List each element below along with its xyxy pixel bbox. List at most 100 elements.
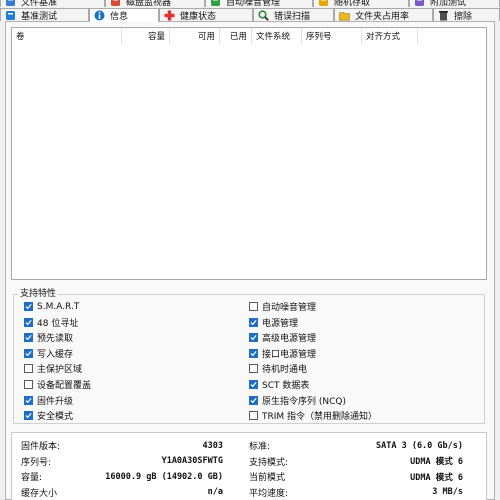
info-icon: [94, 10, 105, 21]
partition-list-header: 卷容量 可用 已用 文件系统 序列号 对齐方式: [12, 28, 486, 44]
tab-info[interactable]: 信息: [89, 8, 159, 22]
column-header[interactable]: 卷: [12, 28, 122, 44]
info-value: UDMA 模式 6: [410, 457, 463, 467]
tab-label: 附加测试: [430, 0, 467, 7]
column-header[interactable]: 可用: [170, 28, 220, 44]
feature-item: 自动噪音管理: [249, 300, 316, 313]
tab-label: 自动噪音管理: [226, 0, 281, 7]
feature-item: 设备配置覆盖: [24, 378, 91, 391]
feature-item: 原生指令序列 (NCQ): [249, 394, 346, 407]
feature-label: 主保护区域: [37, 365, 83, 376]
tab-row-top: 文件基准 磁盘监视器 自动噪音管理 随机存取 附加测试: [0, 0, 500, 7]
tab-error-scan[interactable]: 错误扫描: [253, 8, 334, 21]
extra-tests-icon: [414, 0, 425, 7]
tab-random-access[interactable]: 随机存取: [313, 0, 409, 7]
tab-label: 文件基准: [21, 0, 58, 7]
tab-extra-tests[interactable]: 附加测试: [409, 0, 500, 7]
erase-icon: [438, 10, 449, 21]
info-value: SATA 3 (6.0 Gb/s): [376, 440, 463, 451]
feature-item: 待机时通电: [249, 362, 307, 375]
tab-label: 文件夹占用率: [355, 11, 410, 22]
info-label: 支持模式:: [249, 457, 289, 468]
checked-checkbox: [24, 348, 33, 358]
error-scan-icon: [258, 9, 269, 21]
feature-item: 预先读取: [24, 331, 73, 344]
column-header[interactable]: 已用: [220, 28, 252, 44]
checked-checkbox: [24, 317, 33, 327]
tab-disk-monitor[interactable]: 磁盘监视器: [105, 0, 205, 7]
feature-label: 预先读取: [37, 334, 74, 345]
feature-item: 安全模式: [24, 409, 73, 422]
features-title: 支持特性: [18, 286, 59, 299]
feature-item: 写入缓存: [24, 347, 73, 360]
tab-aam[interactable]: 自动噪音管理: [205, 0, 313, 7]
info-label: 平均速度:: [249, 488, 289, 499]
unchecked-checkbox: [24, 364, 33, 374]
info-value: Y1A0A30SFWTG: [161, 456, 223, 466]
tab-folder-usage[interactable]: 文件夹占用率: [334, 8, 433, 21]
tab-label: 信息: [110, 12, 129, 22]
info-label: 序列号:: [21, 457, 52, 468]
tab-row-bottom: 基准测试 信息 健康状态 错误扫描 文件夹占用率 擦除: [0, 8, 500, 22]
checked-checkbox: [249, 333, 258, 343]
unchecked-checkbox: [24, 380, 33, 389]
unchecked-checkbox: [249, 364, 258, 374]
info-label: 标准:: [249, 442, 271, 452]
info-label: 固件版本:: [21, 442, 61, 452]
feature-item: 主保护区域: [24, 362, 82, 375]
column-header[interactable]: 容量: [122, 28, 170, 44]
tab-label: 擦除: [454, 11, 473, 22]
checked-checkbox: [24, 333, 33, 343]
feature-label: 接口电源管理: [262, 349, 317, 360]
feature-label: TRIM 指令（禁用删除通知）: [262, 412, 378, 423]
tab-label: 健康状态: [180, 11, 217, 22]
feature-label: 设备配置覆盖: [37, 381, 92, 391]
info-value: UDMA 模式 6: [410, 472, 463, 483]
tab-label: 错误扫描: [274, 11, 311, 22]
feature-label: SCT 数据表: [262, 381, 310, 391]
tab-health[interactable]: 健康状态: [159, 8, 253, 21]
random-access-icon: [318, 0, 329, 7]
feature-item: SCT 数据表: [249, 378, 309, 391]
checked-checkbox: [24, 411, 33, 421]
info-value: n/a: [207, 487, 223, 497]
feature-label: 安全模式: [37, 412, 74, 423]
unchecked-checkbox: [249, 411, 258, 421]
benchmark-icon: [5, 10, 16, 21]
column-header[interactable]: 对齐方式: [362, 28, 418, 44]
feature-item: S.M.A.R.T: [24, 300, 79, 313]
tab-label: 基准测试: [21, 11, 58, 22]
folder-usage-icon: [339, 10, 350, 21]
supported-features: 支持特性 S.M.A.R.T 48 位寻址 预先读取写入缓存主保护区域设备配置覆盖固…: [11, 284, 487, 426]
info-value: 16000.9 gB (14902.0 GB): [105, 471, 223, 482]
feature-item: TRIM 指令（禁用删除通知）: [249, 409, 377, 422]
feature-label: 48 位寻址: [37, 318, 79, 329]
info-value: 3 MB/s: [432, 487, 463, 497]
info-label: 缓存大小: [21, 488, 58, 499]
column-header[interactable]: 序列号: [302, 28, 362, 44]
feature-label: S.M.A.R.T: [37, 301, 80, 312]
checked-checkbox: [249, 317, 258, 327]
feature-label: 电源管理: [262, 318, 299, 329]
tab-label: 随机存取: [334, 0, 371, 7]
feature-item: 高级电源管理: [249, 331, 316, 344]
feature-label: 写入缓存: [37, 349, 74, 360]
feature-item: 48 位寻址: [24, 316, 78, 329]
column-header[interactable]: 文件系统: [252, 28, 302, 44]
feature-label: 待机时通电: [262, 365, 308, 376]
info-label: 容量:: [21, 473, 43, 483]
feature-label: 高级电源管理: [262, 334, 317, 345]
feature-item: 固件升级: [24, 394, 73, 407]
feature-item: 电源管理: [249, 316, 298, 329]
info-label: 当前模式: [249, 473, 286, 483]
tab-erase[interactable]: 擦除: [433, 8, 500, 21]
tab-benchmark[interactable]: 基准测试: [0, 8, 89, 21]
aam-icon: [210, 0, 221, 7]
checked-checkbox: [24, 302, 33, 311]
checked-checkbox: [24, 395, 33, 405]
partition-list[interactable]: 卷容量 可用 已用 文件系统 序列号 对齐方式: [11, 27, 487, 280]
checked-checkbox: [249, 380, 258, 389]
tab-benchmark-file[interactable]: 文件基准: [0, 0, 105, 7]
checked-checkbox: [249, 395, 258, 405]
feature-label: 原生指令序列 (NCQ): [262, 396, 346, 407]
